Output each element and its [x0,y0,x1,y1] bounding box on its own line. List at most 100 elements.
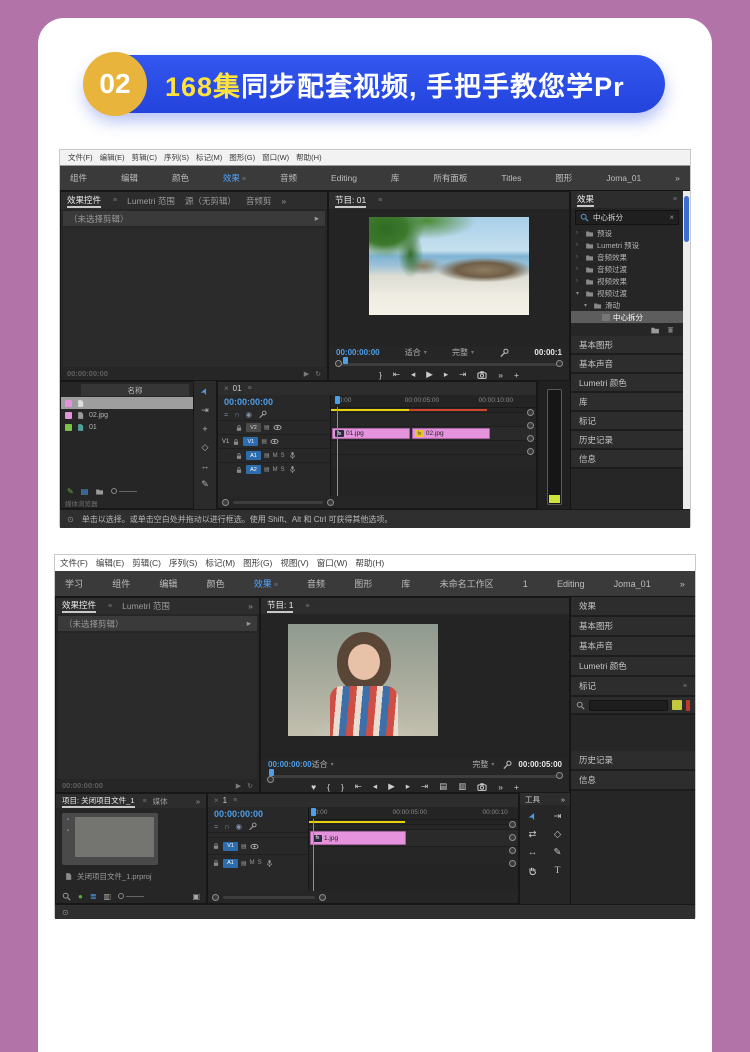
selection-tool-icon[interactable]: ➤ [198,386,211,397]
slip-tool-icon[interactable]: ↔ [528,847,538,858]
panel-menu-icon[interactable]: ≡ [683,683,687,690]
solo-button[interactable]: S [258,860,262,866]
label-chip-pink[interactable] [65,412,72,419]
playhead-marker[interactable] [343,357,348,364]
mute-button[interactable]: M [250,860,255,866]
mic-icon[interactable] [288,451,297,460]
panel-header-info[interactable]: 信息 [571,771,695,791]
play-icon[interactable]: ▶ [304,370,309,378]
program-scrubber[interactable] [335,359,563,369]
sequence-tab-label[interactable]: 01 [233,384,242,393]
track-target-a1[interactable]: A1 [246,451,261,460]
menu-clip[interactable]: 剪辑(C) [132,557,161,569]
mark-out-icon[interactable]: } [379,370,382,380]
project-item-selected[interactable] [61,397,193,409]
lock-icon[interactable] [235,466,243,474]
effects-tree-item[interactable]: ›Lumetri 预设 [571,239,683,251]
panel-menu-icon[interactable]: ≡ [113,197,117,204]
panel-menu-icon[interactable]: ≡ [673,196,677,203]
menu-edit[interactable]: 编辑(E) [96,557,124,569]
scrubber-track[interactable] [273,775,557,778]
scrollbar-right-handle[interactable] [319,894,326,901]
snap-icon[interactable]: ≈ [224,410,228,419]
lock-icon[interactable] [235,452,243,460]
panel-header-essential-graphics[interactable]: 基本图形 [571,336,683,355]
scrollbar-left-handle[interactable] [222,499,229,506]
tab-effects[interactable]: 效果 [577,193,594,207]
step-back-icon[interactable]: ◂ [373,781,377,792]
workspace-tab-graphics[interactable]: 图形 [555,172,572,184]
close-icon[interactable]: × [224,384,229,393]
timeline-settings-wrench-icon[interactable] [258,410,267,419]
track-lane-v2[interactable] [331,412,536,426]
workspace-tab-titles[interactable]: Titles [501,173,521,183]
selection-tool-icon[interactable]: ➤ [526,811,539,823]
eye-icon[interactable] [270,437,279,446]
settings-wrench-icon[interactable] [499,348,509,358]
effects-tree-item[interactable]: ›音频过渡 [571,263,683,275]
settings-wrench-icon[interactable] [502,760,512,770]
effects-tree-item[interactable]: ▾视频过渡 [571,287,683,299]
solo-button[interactable]: S [281,453,285,459]
tab-overflow-icon[interactable]: » [281,196,286,206]
loop-icon[interactable]: ↻ [247,782,253,790]
tab-overflow-icon[interactable]: » [248,601,253,611]
workspace-tab-effects[interactable]: 效果≡ [254,577,278,590]
fit-dropdown[interactable]: 适合▾ [405,347,427,358]
mark-out-icon[interactable]: } [341,782,344,792]
name-column-header[interactable]: 名称 [81,384,189,396]
tab-source-monitor[interactable]: 源（无剪辑） [185,195,236,207]
step-forward-icon[interactable]: ▸ [444,369,448,380]
label-chip-pink[interactable] [65,400,72,407]
menu-file[interactable]: 文件(F) [68,152,93,163]
panel-header-markers[interactable]: 标记≡ [571,677,695,697]
add-button-icon[interactable]: + [514,782,519,792]
panel-header-history[interactable]: 历史记录 [571,431,683,450]
eye-icon[interactable] [273,423,282,432]
timeline-clip[interactable]: fx 01.jpg [332,428,410,439]
solo-button[interactable]: S [281,467,285,473]
workspace-tab-edit[interactable]: 编辑 [121,172,138,184]
workspace-tab-color[interactable]: 颜色 [172,172,189,184]
menu-view[interactable]: 视图(V) [280,557,308,569]
sync-lock-icon[interactable]: ▤ [264,466,270,473]
timeline-ruler[interactable]: 00:00 00:00:05:00 00:00:10 [309,807,518,820]
readout-icon[interactable]: ● [78,892,83,901]
menu-help[interactable]: 帮助(H) [355,557,384,569]
close-icon[interactable]: × [214,796,219,805]
scroll-handle[interactable] [509,847,516,854]
resolution-dropdown[interactable]: 完整▾ [452,347,474,358]
panel-header-libraries[interactable]: 库 [571,393,683,412]
panel-menu-icon[interactable]: ≡ [233,797,237,804]
mic-icon[interactable] [288,465,297,474]
go-to-out-icon[interactable]: ⇥ [421,781,428,792]
effects-tree-item-selected[interactable]: 中心拆分 [571,311,683,323]
menu-edit[interactable]: 编辑(E) [100,152,125,163]
track-lane-v1[interactable]: fx 01.jpg fx 02.jpg [331,426,536,440]
chevron-right-icon[interactable]: ▸ [247,618,251,629]
tab-lumetri-scopes[interactable]: Lumetri 范围 [127,195,175,207]
workspace-tab-all-panels[interactable]: 所有面板 [433,172,467,184]
project-item[interactable]: 01 [61,421,193,433]
track-target-v2[interactable]: V2 [246,423,261,432]
panel-header-history[interactable]: 历史记录 [571,751,695,771]
menu-window[interactable]: 窗口(W) [262,152,289,163]
panel-header-markers[interactable]: 标记 [571,412,683,431]
menu-help[interactable]: 帮助(H) [296,152,321,163]
playhead-line[interactable] [313,819,314,891]
fx-badge[interactable]: fx [313,835,322,842]
zoom-slider-knob[interactable] [118,893,124,899]
workspace-tab-graphics[interactable]: 图形 [354,577,372,590]
tab-program-monitor[interactable]: 节目: 01 [335,194,366,208]
timeline-ruler[interactable]: 00:00 00:00:05:00 00:00:10:00 [331,395,536,408]
workspace-tab-edit[interactable]: 编辑 [159,577,177,590]
mute-button[interactable]: M [273,467,278,473]
fx-badge[interactable]: fx [415,430,424,437]
project-item-thumbnail[interactable]: ▪▪ [62,813,158,865]
scroll-handle[interactable] [527,448,534,455]
sync-lock-icon[interactable]: ▤ [264,452,270,459]
workspace-tab-joma[interactable]: Joma_01 [614,579,651,589]
zoom-slider[interactable] [111,488,137,494]
snap-icon[interactable]: ≈ [214,822,218,831]
new-item-icon[interactable]: ▣ [192,892,200,901]
